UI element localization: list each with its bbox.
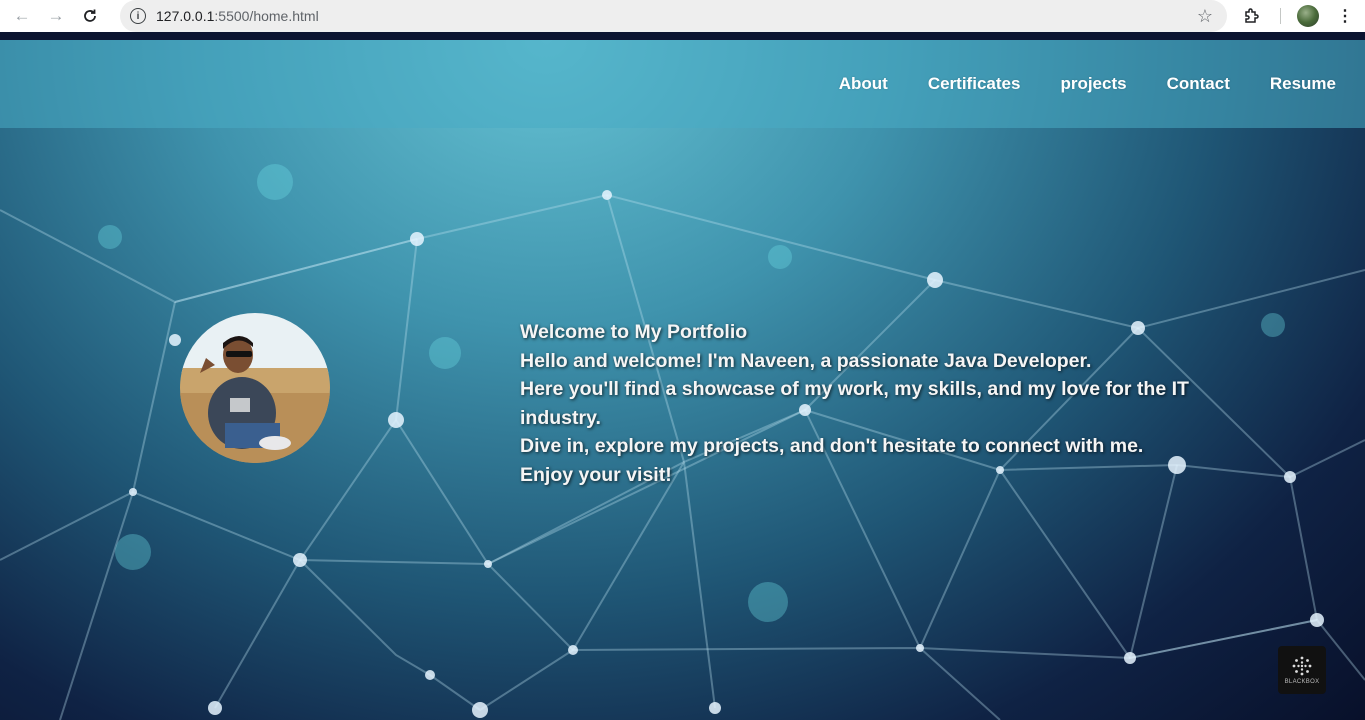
main-nav: About Certificates projects Contact Resu…	[839, 74, 1365, 94]
intro-line: Enjoy your visit!	[520, 463, 672, 486]
profile-photo	[180, 313, 330, 463]
intro-text: Welcome to My Portfolio Hello and welcom…	[520, 318, 1200, 490]
nav-about[interactable]: About	[839, 74, 888, 94]
url-text[interactable]: 127.0.0.1:5500/home.html	[156, 8, 319, 24]
nav-projects[interactable]: projects	[1060, 74, 1126, 94]
nav-resume[interactable]: Resume	[1270, 74, 1336, 94]
blackbox-label: BLACKBOX	[1284, 679, 1320, 685]
site-header: About Certificates projects Contact Resu…	[0, 40, 1365, 128]
address-bar[interactable]: i 127.0.0.1:5500/home.html ☆	[120, 0, 1227, 32]
intro-line: Dive in, explore my projects, and don't …	[520, 435, 1144, 458]
blackbox-widget[interactable]: BLACKBOX	[1278, 646, 1326, 694]
reload-icon[interactable]	[78, 4, 102, 28]
back-arrow-icon[interactable]: ←	[10, 4, 34, 28]
bookmark-star-icon[interactable]: ☆	[1197, 6, 1213, 27]
intro-line: Hello and welcome! I'm Naveen, a passion…	[520, 349, 1092, 372]
portfolio-page: About Certificates projects Contact Resu…	[0, 40, 1365, 720]
toolbar-separator	[1280, 8, 1281, 24]
intro-line: Here you'll find a showcase of my work, …	[520, 378, 1189, 429]
browser-toolbar: ← → i 127.0.0.1:5500/home.html ☆ ⋮	[0, 0, 1365, 32]
more-options-icon[interactable]: ⋮	[1337, 6, 1353, 26]
nav-certificates[interactable]: Certificates	[928, 74, 1021, 94]
forward-arrow-icon[interactable]: →	[44, 4, 68, 28]
site-info-icon[interactable]: i	[130, 8, 146, 24]
extensions-puzzle-icon[interactable]	[1240, 4, 1264, 28]
profile-avatar[interactable]	[1297, 5, 1319, 27]
blackbox-logo-icon	[1292, 656, 1312, 676]
nav-contact[interactable]: Contact	[1167, 74, 1230, 94]
intro-heading: Welcome to My Portfolio	[520, 321, 748, 343]
